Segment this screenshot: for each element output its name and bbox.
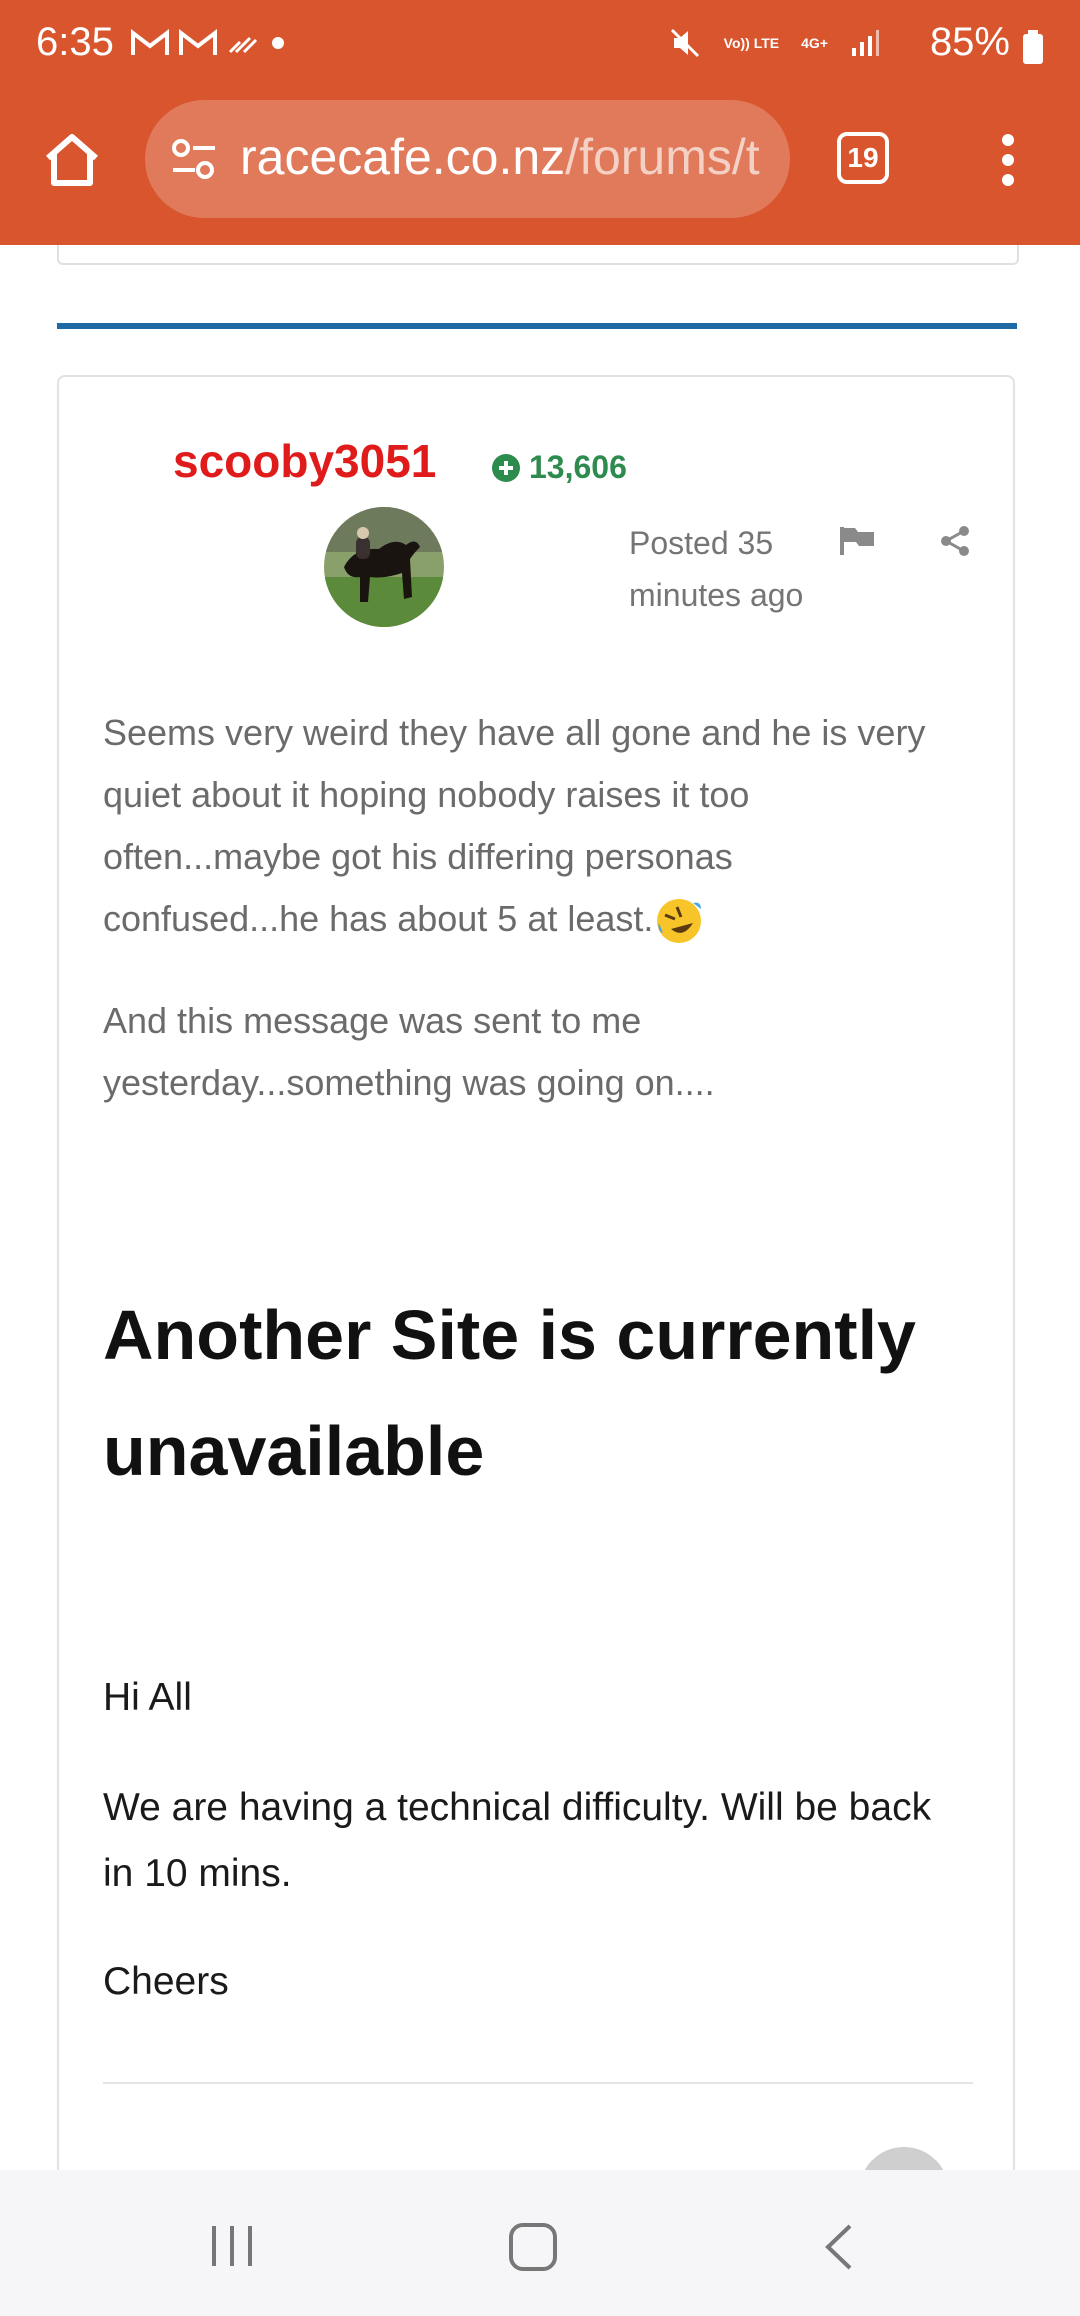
site-settings-icon[interactable] [169,134,219,184]
missed-call-icon [228,36,258,54]
home-icon[interactable] [42,132,102,188]
notification-icons [130,28,288,58]
post-paragraph: And this message was sent to me yesterda… [103,1000,715,1103]
rolling-on-floor-laughing-icon [657,899,702,944]
gmail-icon [131,28,169,55]
signal-icon [852,30,879,56]
post-body: Seems very weird they have all gone and … [103,702,943,1154]
post-paragraph-text: Seems very weird they have all gone and … [103,712,926,939]
forum-post: scooby3051 13,606 Posted 35 minutes ago … [57,375,1015,2170]
share-icon[interactable] [939,525,971,557]
url-path: /forums/t [565,129,760,185]
heart-icon [859,2147,949,2170]
network-type: 4G+ [801,35,828,51]
reputation-count: 13,606 [529,449,627,485]
tab-switcher-button[interactable]: 19 [837,132,889,184]
post-paragraph: Seems very weird they have all gone and … [103,702,943,950]
reaction-button[interactable] [859,2147,949,2170]
horse-photo [324,507,444,627]
home-nav-icon[interactable] [508,2222,558,2272]
url-bar[interactable]: racecafe.co.nz/forums/t [145,100,790,218]
recent-apps-icon[interactable] [208,2222,256,2270]
battery-icon [1023,30,1043,64]
reputation-badge: 13,606 [491,449,627,486]
plus-circle-icon [492,453,520,482]
quoted-greeting: Hi All [103,1676,192,1719]
previous-post-card [57,245,1019,265]
quoted-message: We are having a technical difficulty. Wi… [103,1786,932,1895]
section-divider [57,323,1017,329]
quoted-signoff: Cheers [103,1960,229,2003]
more-options-icon[interactable] [1000,133,1016,187]
navigation-bar [0,2170,1080,2316]
browser-chrome: 6:35 Vo)) LTE 4G+ 85% racecafe.co.nz/for… [0,0,1080,245]
back-icon[interactable] [820,2222,856,2272]
mute-icon [670,28,699,58]
avatar[interactable] [324,507,444,627]
post-footer-divider [103,2082,973,2084]
page-content: scooby3051 13,606 Posted 35 minutes ago … [0,245,1080,2170]
status-time: 6:35 [36,20,114,64]
url-text: racecafe.co.nz/forums/t [240,128,760,186]
post-timestamp[interactable]: Posted 35 minutes ago [629,517,849,621]
post-author[interactable]: scooby3051 [173,434,436,488]
url-domain: racecafe.co.nz [240,129,566,185]
gmail-icon [179,28,217,55]
dot-icon [272,37,284,49]
system-icons: Vo)) LTE 4G+ [668,26,880,60]
status-bar: 6:35 Vo)) LTE 4G+ 85% [0,0,1080,95]
report-flag-icon[interactable] [839,525,877,557]
volte-indicator: Vo)) LTE [723,35,780,51]
battery-level: 85% [929,20,1010,64]
quoted-headline: Another Site is currently unavailable [103,1296,916,1490]
